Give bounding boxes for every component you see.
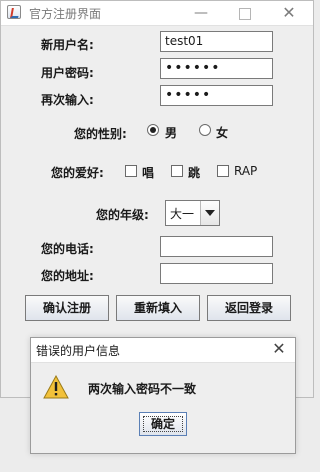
minimize-button[interactable]: — — [187, 3, 215, 23]
grade-label: 您的年级: — [96, 208, 149, 222]
hobby-dance-label[interactable]: 跳 — [188, 164, 200, 181]
gender-male-label[interactable]: 男 — [165, 124, 177, 141]
phone-input[interactable] — [160, 236, 273, 257]
dialog-message: 两次输入密码不一致 — [88, 382, 197, 396]
dialog-title-bar[interactable]: 错误的用户信息 ✕ — [31, 338, 295, 363]
password-input[interactable]: •••••• — [160, 58, 273, 79]
username-input[interactable]: test01 — [160, 31, 273, 52]
maximize-button[interactable] — [231, 3, 259, 23]
close-button[interactable]: ✕ — [275, 3, 303, 23]
hobby-label: 您的爱好: — [51, 166, 104, 180]
confirm-register-button[interactable]: 确认注册 — [25, 295, 109, 321]
chevron-down-icon[interactable] — [200, 201, 219, 225]
window-title: 官方注册界面 — [29, 7, 102, 21]
gender-label: 您的性别: — [74, 127, 127, 141]
gender-female-label[interactable]: 女 — [216, 124, 228, 141]
gender-female-radio[interactable] — [199, 124, 211, 136]
refill-button[interactable]: 重新填入 — [116, 295, 200, 321]
dialog-title: 错误的用户信息 — [36, 344, 121, 358]
hobby-rap-label[interactable]: RAP — [234, 164, 257, 178]
address-input[interactable] — [160, 263, 273, 284]
back-to-login-button[interactable]: 返回登录 — [207, 295, 291, 321]
maximize-icon — [239, 8, 251, 20]
hobby-dance-checkbox[interactable] — [171, 165, 183, 177]
grade-dropdown[interactable]: 大一 — [165, 200, 220, 226]
confirm-password-label: 再次输入: — [41, 93, 94, 107]
password-label: 用户密码: — [41, 66, 94, 80]
dialog-close-button[interactable]: ✕ — [269, 339, 289, 359]
username-label: 新用户名: — [41, 38, 94, 52]
hobby-sing-checkbox[interactable] — [125, 165, 137, 177]
grade-selected-value: 大一 — [170, 207, 195, 221]
address-label: 您的地址: — [41, 269, 94, 283]
phone-label: 您的电话: — [41, 242, 94, 256]
hobby-sing-label[interactable]: 唱 — [142, 164, 154, 181]
warning-icon — [43, 375, 69, 399]
title-bar[interactable]: 官方注册界面 — ✕ — [1, 1, 313, 26]
confirm-password-input[interactable]: ••••• — [160, 85, 273, 106]
hobby-rap-checkbox[interactable] — [217, 165, 229, 177]
ok-button[interactable]: 确定 — [139, 412, 187, 436]
gender-male-radio[interactable] — [147, 124, 159, 136]
error-dialog: 错误的用户信息 ✕ 两次输入密码不一致 确定 — [30, 337, 296, 454]
java-app-icon — [7, 5, 21, 19]
